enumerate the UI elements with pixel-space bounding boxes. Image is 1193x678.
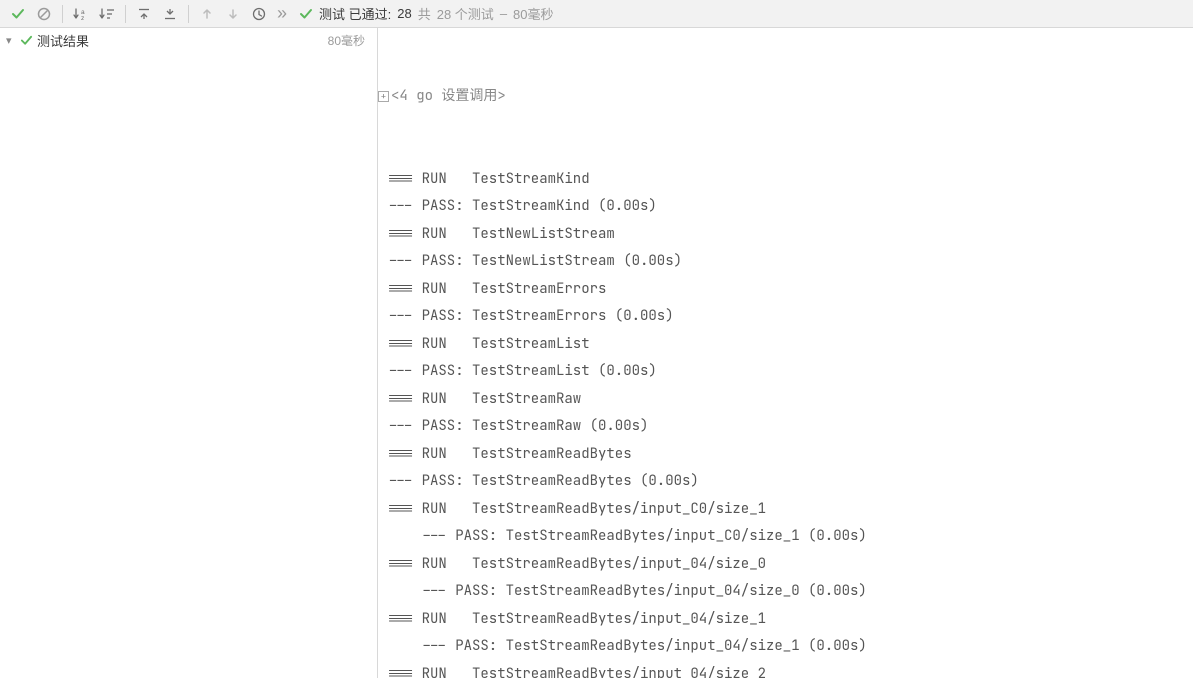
console-line: --- PASS: TestStreamReadBytes/input_04/s… bbox=[378, 578, 1193, 606]
collapse-icon bbox=[137, 7, 151, 21]
sort-duration-icon bbox=[99, 7, 115, 21]
tree-root-time: 80毫秒 bbox=[328, 32, 371, 49]
tree-root-row[interactable]: ▾ 测试结果 80毫秒 bbox=[0, 28, 377, 52]
console-line: --- PASS: TestStreamReadBytes/input_04/s… bbox=[378, 633, 1193, 661]
chevron-down-icon[interactable]: ▾ bbox=[6, 34, 20, 47]
clock-icon bbox=[252, 7, 266, 21]
svg-text:z: z bbox=[81, 15, 84, 21]
toolbar-separator bbox=[125, 5, 126, 23]
arrow-up-icon bbox=[200, 7, 214, 21]
console-line: === RUN TestStreamReadBytes/input_04/siz… bbox=[378, 606, 1193, 634]
console-line: === RUN TestStreamList bbox=[378, 331, 1193, 359]
test-tree[interactable]: ▾ 测试结果 80毫秒 bbox=[0, 28, 378, 678]
console-line: --- PASS: TestStreamList (0.00s) bbox=[378, 358, 1193, 386]
console-line: === RUN TestStreamReadBytes/input_04/siz… bbox=[378, 551, 1193, 579]
check-icon bbox=[20, 34, 33, 47]
toolbar-separator bbox=[62, 5, 63, 23]
setup-text: <4 go 设置调用> bbox=[391, 83, 506, 111]
tree-root-label: 测试结果 bbox=[37, 31, 328, 50]
console-line: === RUN TestStreamKind bbox=[378, 166, 1193, 194]
console-line: --- PASS: TestStreamErrors (0.00s) bbox=[378, 303, 1193, 331]
check-icon bbox=[11, 7, 25, 21]
console-line: --- PASS: TestNewListStream (0.00s) bbox=[378, 248, 1193, 276]
status-time: 80毫秒 bbox=[513, 4, 553, 23]
fold-expand-icon[interactable]: + bbox=[378, 91, 389, 102]
main-area: ▾ 测试结果 80毫秒 +<4 go 设置调用> === RUN TestStr… bbox=[0, 28, 1193, 678]
console-line: --- PASS: TestStreamRaw (0.00s) bbox=[378, 413, 1193, 441]
console-line: === RUN TestStreamRaw bbox=[378, 386, 1193, 414]
console-line: === RUN TestStreamReadBytes/input_04/siz… bbox=[378, 661, 1193, 678]
console-output[interactable]: +<4 go 设置调用> === RUN TestStreamKind--- P… bbox=[378, 28, 1193, 678]
status-prefix: 测试 已通过: bbox=[319, 4, 391, 23]
console-line: === RUN TestStreamErrors bbox=[378, 276, 1193, 304]
test-toolbar: az » 测试 已通过: 28 共 28 个测试 – 80毫秒 bbox=[0, 0, 1193, 28]
setup-fold-line[interactable]: +<4 go 设置调用> bbox=[378, 83, 1193, 111]
sort-alpha-button[interactable]: az bbox=[69, 2, 93, 26]
cancel-icon bbox=[37, 7, 51, 21]
collapse-all-button[interactable] bbox=[132, 2, 156, 26]
show-ignored-button[interactable] bbox=[32, 2, 56, 26]
sort-duration-button[interactable] bbox=[95, 2, 119, 26]
console-line: === RUN TestNewListStream bbox=[378, 221, 1193, 249]
arrow-down-icon bbox=[226, 7, 240, 21]
console-line: --- PASS: TestStreamKind (0.00s) bbox=[378, 193, 1193, 221]
check-icon bbox=[299, 7, 313, 21]
sort-alpha-icon: az bbox=[73, 7, 89, 21]
status-count: 28 bbox=[397, 6, 411, 21]
console-line: === RUN TestStreamReadBytes bbox=[378, 441, 1193, 469]
show-passed-button[interactable] bbox=[6, 2, 30, 26]
status-sep: – bbox=[500, 6, 507, 21]
console-line: === RUN TestStreamReadBytes/input_C0/siz… bbox=[378, 496, 1193, 524]
expand-icon bbox=[163, 7, 177, 21]
console-line: --- PASS: TestStreamReadBytes (0.00s) bbox=[378, 468, 1193, 496]
expand-all-button[interactable] bbox=[158, 2, 182, 26]
status-total-prefix: 共 bbox=[418, 4, 431, 23]
overflow-indicator: » bbox=[277, 3, 287, 24]
prev-failed-button[interactable] bbox=[195, 2, 219, 26]
console-line: --- PASS: TestStreamReadBytes/input_C0/s… bbox=[378, 523, 1193, 551]
toolbar-separator bbox=[188, 5, 189, 23]
history-button[interactable] bbox=[247, 2, 271, 26]
status-total: 28 个测试 bbox=[437, 4, 494, 23]
next-failed-button[interactable] bbox=[221, 2, 245, 26]
status-line: 测试 已通过: 28 共 28 个测试 – 80毫秒 bbox=[299, 4, 554, 23]
